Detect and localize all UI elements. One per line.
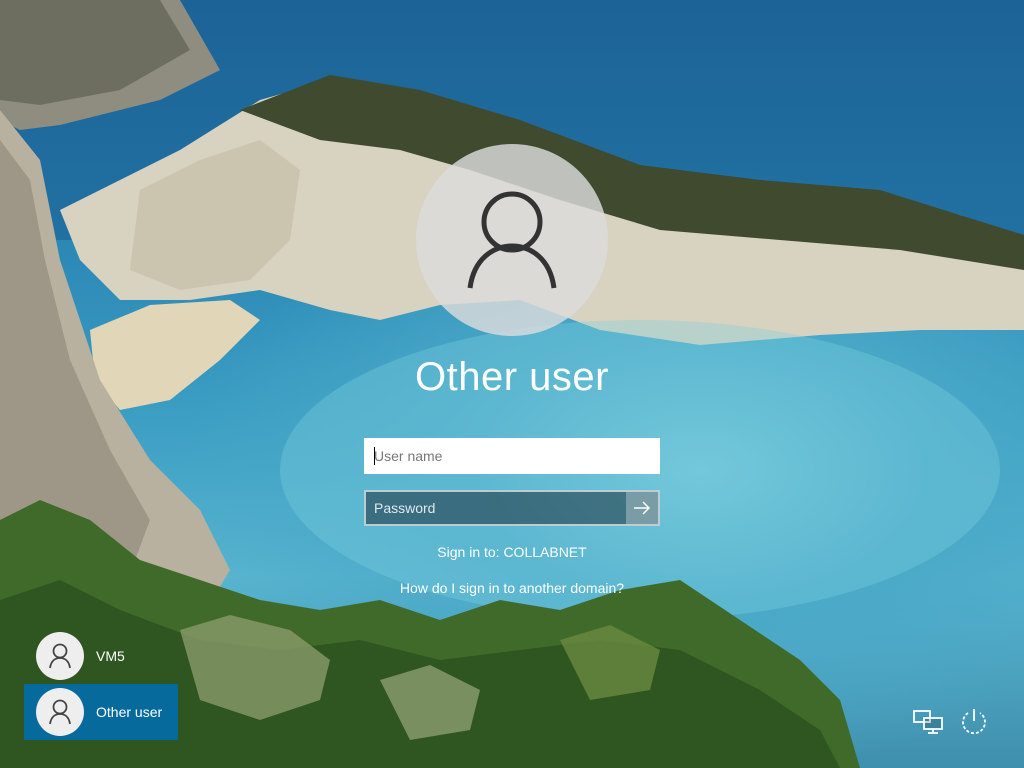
lock-screen: Other user Sign in to: COLLABNET How do … [0, 0, 1024, 768]
user-avatar [36, 632, 84, 680]
user-avatar-large [416, 144, 608, 336]
power-icon [962, 709, 986, 735]
user-name: VM5 [96, 648, 125, 664]
network-button[interactable] [910, 704, 946, 740]
user-name: Other user [96, 704, 163, 720]
sign-in-domain-text: Sign in to: COLLABNET [437, 544, 587, 560]
user-tile-vm5[interactable]: VM5 [24, 628, 178, 684]
text-caret [374, 447, 375, 465]
user-list: VM5 Other user [24, 628, 178, 740]
user-icon [49, 699, 71, 725]
password-input[interactable] [366, 492, 626, 524]
arrow-right-icon [634, 501, 651, 515]
user-avatar [36, 688, 84, 736]
submit-button[interactable] [626, 492, 658, 524]
username-input[interactable] [364, 438, 660, 474]
another-domain-link[interactable]: How do I sign in to another domain? [312, 580, 712, 596]
user-icon [49, 643, 71, 669]
user-icon [467, 191, 557, 289]
password-field [364, 490, 660, 526]
login-title: Other user [415, 355, 609, 399]
power-button[interactable] [956, 704, 992, 740]
user-tile-other-user[interactable]: Other user [24, 684, 178, 740]
network-icon [913, 710, 943, 734]
